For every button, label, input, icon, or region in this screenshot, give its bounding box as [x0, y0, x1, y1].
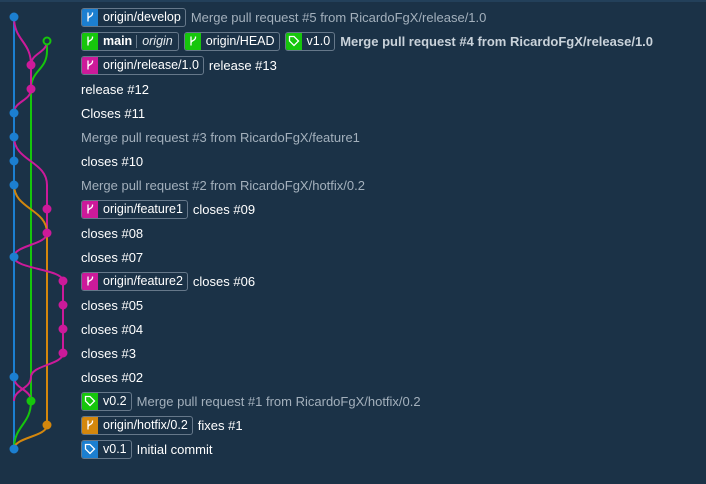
- commit-message: closes #05: [81, 297, 144, 313]
- commit-row[interactable]: origin/feature2 closes #06: [81, 270, 255, 292]
- badge-label: origin/feature2: [103, 274, 183, 288]
- commit-row[interactable]: Merge pull request #2 from RicardoFgX/ho…: [81, 174, 365, 196]
- branch-icon: [82, 8, 98, 26]
- commit-row[interactable]: Merge pull request #3 from RicardoFgX/fe…: [81, 126, 360, 148]
- commit-row[interactable]: main origin origin/HEAD v1.0 Merge pull requ…: [81, 30, 653, 52]
- commit-dot[interactable]: [9, 132, 19, 142]
- commit-message: closes #07: [81, 249, 144, 265]
- commit-dot[interactable]: [42, 420, 52, 430]
- commit-message: closes #08: [81, 225, 144, 241]
- commit-message: closes #06: [192, 273, 256, 289]
- commit-message: closes #04: [81, 321, 144, 337]
- commit-row[interactable]: release #12: [81, 78, 149, 100]
- commit-dot[interactable]: [9, 444, 19, 454]
- badge-label: v0.1: [103, 442, 127, 456]
- commit-dot[interactable]: [9, 252, 19, 262]
- commit-dot[interactable]: [58, 348, 68, 358]
- branch-icon: [82, 416, 98, 434]
- tag-icon: [82, 440, 98, 458]
- commit-dot[interactable]: [9, 372, 19, 382]
- commit-dot[interactable]: [9, 180, 19, 190]
- commit-row[interactable]: closes #3: [81, 342, 136, 364]
- commit-dot[interactable]: [26, 60, 36, 70]
- commit-message: closes #3: [81, 345, 136, 361]
- badge-label: v1.0: [306, 34, 331, 48]
- commit-message: Merge pull request #3 from RicardoFgX/fe…: [81, 129, 360, 145]
- branch-icon: [82, 200, 98, 218]
- badge-label: origin/feature1: [103, 202, 183, 216]
- commit-dot[interactable]: [42, 204, 52, 214]
- commit-graph-view: origin/develop Merge pull request #5 from…: [0, 0, 706, 484]
- commit-message: Closes #11: [81, 105, 146, 121]
- commit-row[interactable]: closes #02: [81, 366, 143, 388]
- commit-dot[interactable]: [9, 108, 19, 118]
- commit-row[interactable]: closes #08: [81, 222, 143, 244]
- commit-row[interactable]: closes #04: [81, 318, 143, 340]
- head-commit-dot[interactable]: [42, 36, 52, 46]
- commit-dot[interactable]: [9, 12, 19, 22]
- branch-badge[interactable]: origin/HEAD: [183, 31, 280, 51]
- commit-message: Merge pull request #1 from RicardoFgX/ho…: [136, 393, 421, 409]
- branch-icon: [82, 32, 98, 50]
- commit-row[interactable]: origin/feature1 closes #09: [81, 198, 255, 220]
- commit-dot[interactable]: [26, 396, 36, 406]
- badge-remote-label: origin: [142, 34, 173, 48]
- commit-row[interactable]: v0.2 Merge pull request #1 from RicardoFg…: [81, 390, 421, 412]
- commit-dot[interactable]: [9, 156, 19, 166]
- commit-message: fixes #1: [197, 417, 243, 433]
- tag-icon: [82, 392, 98, 410]
- commit-row[interactable]: closes #10: [81, 150, 143, 172]
- badge-label: origin/develop: [103, 10, 181, 24]
- commit-row[interactable]: closes #07: [81, 246, 143, 268]
- badge-label: origin/release/1.0: [103, 58, 199, 72]
- commit-message: release #12: [81, 81, 149, 97]
- badge-label: origin/hotfix/0.2: [103, 418, 188, 432]
- commit-dot[interactable]: [58, 300, 68, 310]
- commit-message: closes #02: [81, 369, 144, 385]
- tag-badge[interactable]: v1.0: [284, 31, 336, 51]
- branch-badge[interactable]: origin/feature2: [81, 271, 188, 291]
- badge-label: main: [103, 34, 133, 48]
- branch-badge[interactable]: main origin: [81, 31, 179, 51]
- feature2-branch-line: [13, 256, 64, 402]
- commit-row[interactable]: origin/release/1.0 release #13: [81, 54, 277, 76]
- commit-message: Merge pull request #4 from RicardoFgX/re…: [340, 33, 654, 49]
- branch-badge[interactable]: origin/develop: [81, 7, 186, 27]
- commit-row[interactable]: origin/develop Merge pull request #5 from…: [81, 6, 486, 28]
- branch-icon: [82, 272, 98, 290]
- branch-icon: [184, 32, 201, 50]
- commit-message: Merge pull request #5 from RicardoFgX/re…: [190, 9, 487, 25]
- commit-message: closes #10: [81, 153, 144, 169]
- tag-badge[interactable]: v0.1: [81, 439, 132, 459]
- badge-label: v0.2: [103, 394, 127, 408]
- commit-message: Initial commit: [136, 441, 213, 457]
- tag-icon: [285, 32, 302, 50]
- commit-dot[interactable]: [42, 228, 52, 238]
- commit-row[interactable]: Closes #11: [81, 102, 145, 124]
- branch-badge[interactable]: origin/feature1: [81, 199, 188, 219]
- commit-dot[interactable]: [26, 84, 36, 94]
- commit-dot[interactable]: [58, 276, 68, 286]
- tag-badge[interactable]: v0.2: [81, 391, 132, 411]
- branch-icon: [82, 56, 98, 74]
- commit-row[interactable]: v0.1 Initial commit: [81, 438, 213, 460]
- branch-badge[interactable]: origin/hotfix/0.2: [81, 415, 193, 435]
- commit-message: Merge pull request #2 from RicardoFgX/ho…: [81, 177, 365, 193]
- commit-row[interactable]: closes #05: [81, 294, 143, 316]
- branch-badge[interactable]: origin/release/1.0: [81, 55, 204, 75]
- commit-row[interactable]: origin/hotfix/0.2 fixes #1: [81, 414, 243, 436]
- commit-message: closes #09: [192, 201, 256, 217]
- badge-label: origin/HEAD: [205, 34, 275, 48]
- commit-dot[interactable]: [58, 324, 68, 334]
- commit-message: release #13: [208, 57, 277, 73]
